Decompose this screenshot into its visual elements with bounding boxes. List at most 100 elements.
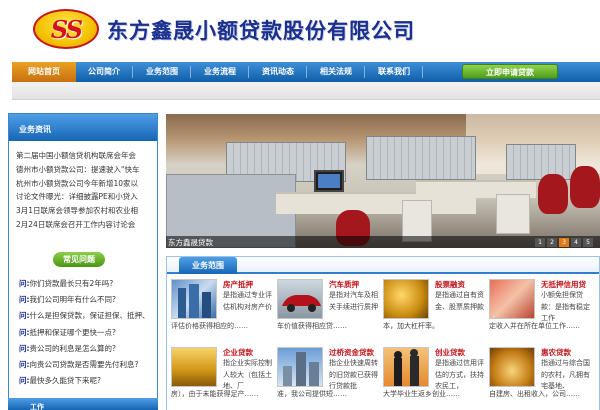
service-desc: 是指通过专业评估机构对房产价	[223, 291, 272, 311]
company-name: 东方鑫晟小额贷款股份有限公司	[107, 19, 415, 43]
nav-separator	[190, 66, 191, 78]
service-desc: 指通过与综合国的农村，凡拥有宅基地、	[541, 359, 590, 390]
company-logo[interactable]: SS	[33, 9, 99, 49]
news-item[interactable]: 杭州市小额贷款公司今年新增10家以	[16, 177, 156, 191]
faq-item[interactable]: 问:我们公司明年有什么不同?	[19, 292, 157, 308]
faq-question: 最快多久能贷下来呢?	[29, 376, 101, 386]
faq-question: 贵公司的利息是怎么算的?	[29, 343, 116, 353]
nav-separator	[364, 66, 365, 78]
faq-item[interactable]: 问:抵押和保证哪个更快一点?	[19, 325, 157, 341]
news-item[interactable]: 2月24日联席会召开工作内容讨论会	[16, 218, 156, 232]
work-section-title: 工作	[30, 403, 44, 410]
service-item[interactable]: 无抵押信用贷 小额免担保贷款：是指有稳定工作 定收入并在所在单位工作……	[489, 279, 595, 341]
office-building-thumb	[171, 279, 217, 319]
apply-loan-button[interactable]: 立即申请贷款	[462, 64, 558, 79]
handshake-thumb	[383, 347, 429, 387]
service-desc-more: 定收入并在所在单位工作……	[489, 322, 580, 330]
faq-item[interactable]: 问:最快多久能贷下来呢?	[19, 373, 157, 389]
faq-question: 你们贷款最长只有2年吗?	[29, 279, 114, 288]
filing-cabinet	[496, 194, 530, 234]
news-item[interactable]: 德州市小额贷款公司：提速驶入"快车	[16, 163, 156, 177]
nav-home[interactable]: 网站首页	[12, 62, 76, 82]
service-desc: 是指对汽车及相关手续进行质押	[329, 291, 378, 311]
banner-page-4[interactable]: 4	[571, 238, 581, 247]
news-item[interactable]: 第二届中国小额信贷机构联席会年会	[16, 149, 156, 163]
faq-prefix: 问:	[19, 327, 30, 337]
faq-list: 问:你们贷款最长只有2年吗? 问:我们公司明年有什么不同? 问:什么是担保贷款，…	[19, 276, 157, 389]
cubicle-panel	[366, 136, 476, 180]
service-name: 汽车质押	[329, 280, 359, 289]
faq-prefix: 问:	[19, 343, 30, 353]
service-desc-more: 车价值获得相应贷……	[277, 322, 347, 330]
services-panel: 业务范围 房产抵押 是指通过专业评估机构对房产价 评估价格获得相应的…… 汽车质…	[166, 256, 600, 410]
faq-question: 抵押和保证哪个更快一点?	[29, 327, 116, 337]
faq-prefix: 问:	[19, 359, 30, 369]
service-desc: 是指通过自有资金、股票质押款	[435, 291, 484, 311]
service-name: 股票融资	[435, 280, 465, 289]
nav-separator	[132, 66, 133, 78]
service-item[interactable]: 过桥资金贷款 指企业快速周转的旧贷款已获得行贷款批 准，我公司提供短……	[277, 347, 383, 409]
site-header: SS 东方鑫晟小额贷款股份有限公司	[0, 0, 600, 60]
faq-item[interactable]: 问:什么是担保贷款，保证担保、抵押、	[19, 308, 157, 324]
nav-regulations[interactable]: 相关法规	[308, 62, 364, 82]
service-name: 房产抵押	[223, 280, 253, 289]
service-item[interactable]: 汽车质押 是指对汽车及相关手续进行质押 车价值获得相应贷……	[277, 279, 383, 341]
banner-page-3[interactable]: 3	[559, 238, 569, 247]
service-item[interactable]: 企业贷款 指企业实际控制人较大（包括土地、厂 房），由于未能获得足产……	[171, 347, 277, 409]
nav-separator	[248, 66, 249, 78]
faq-item[interactable]: 问:你们贷款最长只有2年吗?	[19, 276, 157, 292]
news-list: 第二届中国小额信贷机构联席会年会 德州市小额贷款公司：提速驶入"快车 杭州市小额…	[16, 149, 156, 232]
banner-image[interactable]	[166, 114, 600, 248]
gold-coins-thumb	[383, 279, 429, 319]
news-item[interactable]: 3月1日联席会领导参加农村和农业相	[16, 204, 156, 218]
news-title: 业务资讯	[19, 125, 51, 134]
service-desc-more: 本，加大杠杆率。	[383, 322, 439, 330]
service-name: 过桥资金贷款	[329, 348, 374, 357]
service-desc-more: 房），由于未能获得足产……	[171, 390, 259, 398]
faq-prefix: 问:	[19, 311, 30, 321]
nav-separator	[306, 66, 307, 78]
nav-separator	[422, 66, 423, 78]
gold-bars-thumb	[171, 347, 217, 387]
faq-item[interactable]: 问:向贵公司贷款是否需要先付利息?	[19, 357, 157, 373]
service-name: 惠农贷款	[541, 348, 571, 357]
faq-title: 常见问题	[53, 252, 105, 267]
cubicle-panel	[506, 144, 576, 180]
banner-pager: 1 2 3 4 5	[535, 238, 593, 247]
service-name: 无抵押信用贷	[541, 280, 586, 289]
service-name: 创业贷款	[435, 348, 465, 357]
banner-page-5[interactable]: 5	[583, 238, 593, 247]
service-desc: 小额免担保贷款：是指有稳定工作	[541, 291, 590, 322]
office-chair	[570, 166, 600, 208]
service-desc-more: 大学毕业生返乡创业……	[383, 390, 460, 398]
service-name: 企业贷款	[223, 348, 253, 357]
faq-question: 什么是担保贷款，保证担保、抵押、	[29, 311, 150, 321]
service-item[interactable]: 创业贷款 是指通过信用评估的方式，扶持农民工， 大学毕业生返乡创业……	[383, 347, 489, 409]
tab-business-scope[interactable]: 业务范围	[179, 257, 237, 274]
city-tower-thumb	[277, 347, 323, 387]
logo-text: SS	[50, 14, 83, 44]
nav-about[interactable]: 公司简介	[76, 62, 132, 82]
service-desc-more: 准，我公司提供短……	[277, 390, 347, 398]
banner-page-1[interactable]: 1	[535, 238, 545, 247]
faq-prefix: 问:	[19, 279, 30, 288]
news-header: 业务资讯	[9, 114, 157, 141]
service-item[interactable]: 股票融资 是指通过自有资金、股票质押款 本，加大杠杆率。	[383, 279, 489, 341]
nav-news[interactable]: 资讯动态	[250, 62, 306, 82]
faq-prefix: 问:	[19, 295, 30, 305]
faq-question: 向贵公司贷款是否需要先付利息?	[29, 359, 139, 369]
banner-page-2[interactable]: 2	[547, 238, 557, 247]
office-chair	[538, 174, 568, 214]
work-section-header: 工作	[8, 398, 158, 410]
red-car-thumb	[277, 279, 323, 319]
faq-item[interactable]: 问:贵公司的利息是怎么算的?	[19, 341, 157, 357]
nav-business-scope[interactable]: 业务范围	[134, 62, 190, 82]
service-item[interactable]: 惠农贷款 指通过与综合国的农村，凡拥有宅基地、 自建房、出租收入，公司……	[489, 347, 595, 409]
service-desc-more: 自建房、出租收入，公司……	[489, 390, 580, 398]
nav-contact[interactable]: 联系我们	[366, 62, 422, 82]
nav-business-process[interactable]: 业务流程	[192, 62, 248, 82]
coin-stacks-thumb	[489, 347, 535, 387]
service-item[interactable]: 房产抵押 是指通过专业评估机构对房产价 评估价格获得相应的……	[171, 279, 277, 341]
news-item[interactable]: 讨论文件曝光：详细披露PE和小贷入	[16, 190, 156, 204]
faq-prefix: 问:	[19, 376, 30, 386]
